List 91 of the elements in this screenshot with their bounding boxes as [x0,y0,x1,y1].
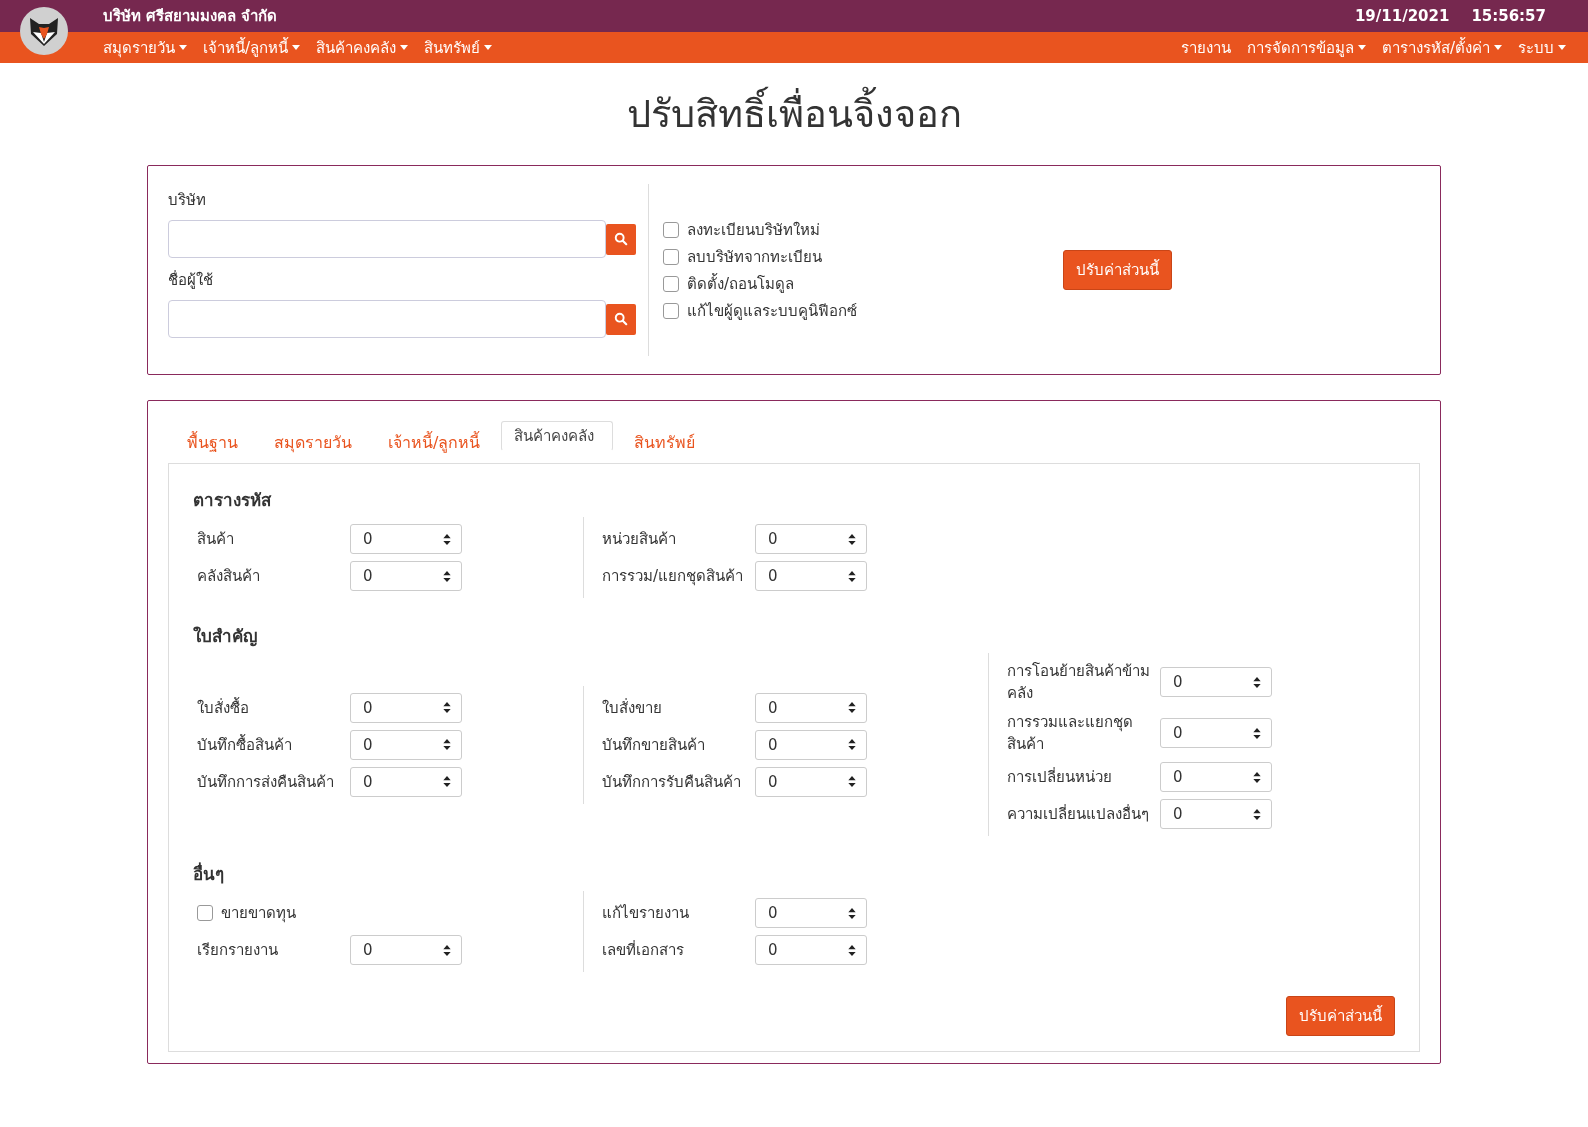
apply-button[interactable]: ปรับค่าส่วนนี้ [1286,996,1395,1036]
field-label: บันทึกการรับคืนสินค้า [602,771,742,793]
number-spinner-field[interactable]: 0 [350,766,462,797]
field-label: บันทึกการส่งคืนสินค้า [197,771,335,793]
nav-menu-item[interactable]: สินทรัพย์ [424,35,493,60]
up-down-arrows-icon [443,533,451,545]
date-text: 19/11/2021 [1354,7,1450,25]
field-label: แก้ไขรายงาน [602,903,690,924]
field-label: ใบสั่งขาย [602,697,663,719]
up-down-arrows-icon [848,944,856,956]
nav-menu-item[interactable]: ระบบ [1518,35,1566,60]
up-down-arrows-icon [1253,727,1261,739]
nav-menu-item[interactable]: เจ้าหนี้/ลูกหนี้ [203,35,301,60]
up-down-arrows-icon [443,570,451,582]
number-spinner-field[interactable]: 0 [350,692,462,723]
tab[interactable]: สมุดรายวัน [259,421,367,464]
number-spinner-field[interactable]: 0 [1160,718,1272,748]
nav-menu-item[interactable]: การจัดการข้อมูล [1246,35,1366,60]
tab[interactable]: สินทรัพย์ [619,421,711,464]
field-label: หน่วยสินค้า [602,529,677,550]
company-name: บริษัท ศรีสยามมงคล จำกัด [103,6,279,27]
field-label: บริษัท [168,190,207,211]
search-input-field[interactable] [168,220,606,258]
nav-menu-item[interactable]: สมุดรายวัน [103,35,187,60]
field-label: การโอนย้ายสินค้าข้ามคลัง [1007,661,1151,704]
checkbox-label: ขายขาดทุน [221,903,296,925]
field-label: การเปลี่ยนหน่วย [1007,766,1113,788]
field-label: เลขที่เอกสาร [602,939,685,961]
up-down-arrows-icon [1253,808,1261,820]
field-label: ใบสั่งซื้อ [197,696,250,719]
field-label: บันทึกขายสินค้า [602,734,706,756]
number-spinner-field[interactable]: 0 [350,729,462,760]
up-down-arrows-icon [848,702,856,713]
section-heading: อื่นๆ [193,861,225,886]
search-button[interactable] [605,303,636,335]
tab[interactable]: สินค้าคงคลัง [501,421,614,451]
checkbox[interactable] [663,248,679,265]
nav-menu-item[interactable]: ตารางรหัส/ตั้งค่า [1381,35,1502,60]
up-down-arrows-icon [443,702,451,713]
number-spinner-field[interactable]: 0 [755,561,867,591]
checkbox-label: แก้ไขผู้ดูแลระบบคูนิฟีอกซ์ [687,300,857,322]
field-label: การรวมและแยกชุดสินค้า [1007,712,1134,755]
checkbox-label: ลงทะเบียนบริษัทใหม่ [687,219,820,241]
up-down-arrows-icon [848,533,856,545]
search-button[interactable] [605,223,636,255]
section-heading: ใบสำคัญ [193,625,258,649]
number-spinner-field[interactable]: 0 [350,561,462,591]
up-down-arrows-icon [443,739,451,750]
up-down-arrows-icon [848,907,856,919]
field-label: บันทึกซื้อสินค้า [197,733,293,756]
checkbox[interactable] [663,275,679,292]
number-spinner-field[interactable]: 0 [350,524,462,554]
checkbox[interactable] [197,905,213,921]
up-down-arrows-icon [443,944,451,956]
up-down-arrows-icon [848,776,856,787]
search-input-field[interactable] [168,300,606,338]
field-label: คลังสินค้า [197,566,261,587]
number-spinner-field[interactable]: 0 [755,524,867,554]
number-spinner-field[interactable]: 0 [1160,667,1272,697]
number-spinner-field[interactable]: 0 [755,729,867,760]
up-down-arrows-icon [848,570,856,582]
checkbox-label: ลบบริษัทจากทะเบียน [687,246,822,268]
search-icon [613,232,628,246]
number-spinner-field[interactable]: 0 [755,898,867,928]
number-spinner-field[interactable]: 0 [1160,762,1272,792]
up-down-arrows-icon [848,739,856,750]
checkbox-label: ติดตั้ง/ถอนโมดูล [687,272,795,295]
checkbox[interactable] [663,221,679,238]
nav-menu-item[interactable]: รายงาน [1180,35,1231,60]
fox-logo-icon[interactable] [20,7,68,55]
time-text: 15:56:57 [1471,7,1546,25]
number-spinner-field[interactable]: 0 [755,935,867,965]
apply-button[interactable]: ปรับค่าส่วนนี้ [1063,250,1172,290]
tab[interactable]: เจ้าหนี้/ลูกหนี้ [373,421,496,464]
field-label: ความเปลี่ยนแปลงอื่นๆ [1007,803,1150,825]
field-label: เรียกรายงาน [197,940,279,961]
number-spinner-field[interactable]: 0 [755,692,867,723]
up-down-arrows-icon [1253,676,1261,688]
up-down-arrows-icon [1253,771,1261,783]
number-spinner-field[interactable]: 0 [755,766,867,797]
checkbox[interactable] [663,302,679,319]
field-label: ชื่อผู้ใช้ [168,269,214,291]
section-heading: ตารางรหัส [193,489,273,512]
number-spinner-field[interactable]: 0 [350,935,462,965]
field-label: การรวม/แยกชุดสินค้า [602,566,745,587]
nav-menu-item[interactable]: สินค้าคงคลัง [316,35,409,60]
number-spinner-field[interactable]: 0 [1160,799,1272,829]
tab[interactable]: พื้นฐาน [172,421,253,464]
search-icon [613,312,628,326]
up-down-arrows-icon [443,776,451,787]
field-label: สินค้า [197,529,235,550]
